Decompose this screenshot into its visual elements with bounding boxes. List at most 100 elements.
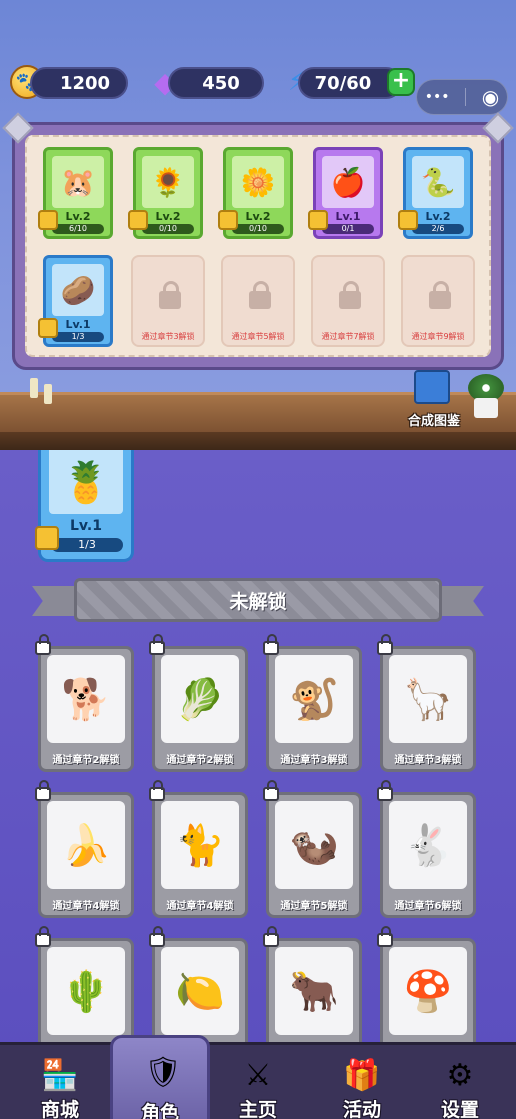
gift-icon: 🎁 [343, 1057, 381, 1093]
locked-character-card[interactable]: 🍌 通过章节4解锁 [35, 780, 134, 918]
nav-label: 主页 [238, 1099, 277, 1119]
lock-icon [339, 281, 361, 309]
shop-icon: 🏪 [41, 1057, 79, 1093]
unlock-requirement: 通过章节3解锁 [394, 755, 462, 766]
bottom-navigation: 🏪 商城 🛡 角色 ⚔ 主页 🎁 活动 ⚙ 设置 [0, 1035, 516, 1119]
card-potato[interactable]: 🥔 Lv.1 1/3 [38, 255, 113, 347]
gem-counter: 450 [168, 67, 264, 99]
candles-decoration [26, 374, 60, 414]
nav-home[interactable]: ⚔ 主页 [208, 1045, 308, 1119]
book-icon [414, 370, 450, 404]
unlock-requirement: 通过章节2解锁 [52, 755, 120, 766]
banner-title: 未解锁 [74, 578, 442, 622]
lock-icon [429, 281, 451, 309]
coin-counter: 1200 [30, 67, 128, 99]
card-snake[interactable]: 🐍 Lv.2 2/6 [398, 147, 473, 239]
nav-label: 商城 [40, 1099, 79, 1119]
locked-slot[interactable]: 通过章节5解锁 [221, 255, 295, 347]
card-progress: 0/1 [322, 224, 374, 234]
puzzle-piece-icon [128, 210, 148, 230]
unlock-requirement: 通过章节9解锁 [411, 332, 465, 341]
locked-character-card[interactable]: 🦦 通过章节5解锁 [263, 780, 362, 918]
padlock-icon [35, 926, 51, 947]
locked-section-banner: 未解锁 [32, 576, 484, 624]
close-record-icon[interactable]: ◉ [482, 85, 499, 109]
potato-icon: 🥔 [52, 264, 104, 316]
unlock-requirement: 通过章节2解锁 [166, 755, 234, 766]
card-progress: 0/10 [142, 224, 194, 234]
capsule-divider [465, 88, 467, 106]
card-progress: 1/3 [51, 538, 123, 552]
padlock-icon [35, 780, 51, 801]
padlock-icon [149, 926, 165, 947]
character-icon: 🛡 [143, 1054, 183, 1090]
cat-icon: 🐈 [161, 801, 239, 889]
doberman-icon: 🐕 [47, 655, 125, 743]
locked-slot[interactable]: 通过章节9解锁 [401, 255, 475, 347]
locked-character-card[interactable]: 🐒 通过章节3解锁 [263, 634, 362, 772]
lock-icon [159, 281, 181, 309]
unlock-requirement: 通过章节4解锁 [166, 901, 234, 912]
padlock-icon [263, 634, 279, 655]
puzzle-piece-icon [35, 526, 59, 550]
sunflower-icon: 🌻 [142, 156, 194, 208]
potted-plant-decoration [466, 372, 506, 420]
shelf-shadow [0, 432, 516, 450]
atlas-label: 合成图鉴 [407, 414, 460, 429]
card-pineapple[interactable]: 🍍 Lv.1 1/3 [35, 450, 134, 562]
puzzle-piece-icon [38, 318, 58, 338]
hamster-icon: 🐹 [52, 156, 104, 208]
unlock-requirement: 通过章节3解锁 [141, 332, 195, 341]
card-daisy[interactable]: 🌼 Lv.2 0/10 [218, 147, 293, 239]
snake-icon: 🐍 [412, 156, 464, 208]
padlock-icon [35, 634, 51, 655]
padlock-icon [263, 780, 279, 801]
bull-icon: 🐂 [275, 947, 353, 1035]
padlock-icon [377, 926, 393, 947]
daisy-icon: 🌼 [232, 156, 284, 208]
puzzle-piece-icon [218, 210, 238, 230]
nav-shop[interactable]: 🏪 商城 [10, 1045, 110, 1119]
collection-board: 🐹 Lv.2 6/10 🌻 Lv.2 0/10 🌼 Lv.2 0/10 🍎 Lv… [2, 112, 514, 370]
padlock-icon [263, 926, 279, 947]
padlock-icon [377, 634, 393, 655]
puzzle-piece-icon [308, 210, 328, 230]
add-energy-button[interactable]: + [387, 68, 415, 96]
rabbit-icon: 🐇 [389, 801, 467, 889]
board-inner: 🐹 Lv.2 6/10 🌻 Lv.2 0/10 🌼 Lv.2 0/10 🍎 Lv… [25, 135, 491, 357]
card-sunflower[interactable]: 🌻 Lv.2 0/10 [128, 147, 203, 239]
settings-icon: ⚙ [446, 1057, 474, 1093]
puzzle-piece-icon [398, 210, 418, 230]
apple-icon: 🍎 [322, 156, 374, 208]
nav-label: 角色 [140, 1102, 179, 1119]
banana-icon: 🍌 [47, 801, 125, 889]
miniprogram-capsule[interactable]: ••• ◉ [416, 79, 508, 115]
synthesis-atlas-button[interactable]: 合成图鉴 [402, 370, 466, 429]
nav-character[interactable]: 🛡 角色 [110, 1035, 210, 1119]
nav-label: 活动 [342, 1099, 381, 1119]
card-progress: 1/3 [52, 332, 104, 342]
unlock-requirement: 通过章节3解锁 [280, 755, 348, 766]
locked-character-card[interactable]: 🥬 通过章节2解锁 [149, 634, 248, 772]
nav-events[interactable]: 🎁 活动 [312, 1045, 412, 1119]
alpaca-icon: 🦙 [389, 655, 467, 743]
card-progress: 0/10 [232, 224, 284, 234]
lock-icon [249, 281, 271, 309]
unlock-requirement: 通过章节7解锁 [321, 332, 375, 341]
padlock-icon [149, 780, 165, 801]
nav-settings[interactable]: ⚙ 设置 [410, 1045, 510, 1119]
more-menu-icon[interactable]: ••• [425, 89, 450, 105]
locked-slot[interactable]: 通过章节3解锁 [131, 255, 205, 347]
locked-character-card[interactable]: 🦙 通过章节3解锁 [377, 634, 476, 772]
card-hamster[interactable]: 🐹 Lv.2 6/10 [38, 147, 113, 239]
locked-character-card[interactable]: 🐈 通过章节4解锁 [149, 780, 248, 918]
durian-icon: 🌵 [47, 947, 125, 1035]
locked-slot[interactable]: 通过章节7解锁 [311, 255, 385, 347]
card-apple[interactable]: 🍎 Lv.1 0/1 [308, 147, 383, 239]
locked-character-card[interactable]: 🐇 通过章节6解锁 [377, 780, 476, 918]
monkey-icon: 🐒 [275, 655, 353, 743]
locked-character-card[interactable]: 🐕 通过章节2解锁 [35, 634, 134, 772]
unlock-requirement: 通过章节6解锁 [394, 901, 462, 912]
otter-icon: 🦦 [275, 801, 353, 889]
lemon-icon: 🍋 [161, 947, 239, 1035]
